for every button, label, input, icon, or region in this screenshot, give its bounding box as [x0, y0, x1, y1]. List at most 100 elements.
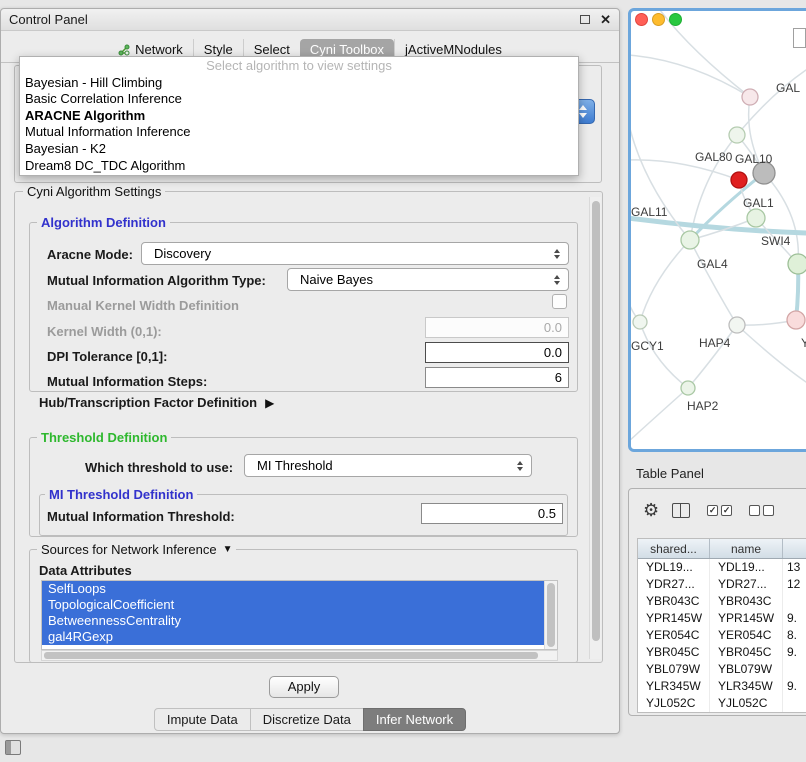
table-cell: 8. [783, 627, 806, 644]
columns-icon[interactable] [672, 503, 690, 518]
table-row[interactable]: YDR27...YDR27...12 [638, 576, 806, 593]
float-window-icon[interactable] [580, 15, 590, 24]
network-node[interactable] [742, 89, 758, 105]
mi-algorithm-type-select[interactable]: Naive Bayes [287, 268, 569, 291]
attribute-item[interactable]: BetweennessCentrality [42, 613, 544, 629]
network-edge [690, 240, 737, 325]
network-node[interactable] [681, 231, 699, 249]
attributes-hscrollbar-thumb[interactable] [44, 652, 538, 659]
network-view-window[interactable]: GALGAL80GAL10GAL11GAL1SWI4GAL4GCY1HAP4YH… [628, 8, 806, 452]
hub-section-toggle[interactable]: Hub/Transcription Factor Definition ▶ [39, 395, 274, 410]
combo-down-arrow-icon [579, 113, 587, 118]
table-cell [783, 695, 806, 712]
zoom-traffic-light-icon[interactable] [669, 13, 682, 26]
node-label: GAL [776, 81, 800, 95]
network-graph[interactable]: GALGAL80GAL10GAL11GAL1SWI4GAL4GCY1HAP4YH… [631, 11, 806, 449]
attributes-horizontal-scrollbar[interactable] [41, 650, 558, 661]
attributes-scrollbar-thumb[interactable] [547, 583, 555, 647]
table-cell: YBL079W [710, 661, 783, 678]
combo-up-arrow-icon [579, 105, 587, 110]
panel-dock-icon[interactable] [5, 740, 21, 755]
dpi-tolerance-field[interactable]: 0.0 [425, 342, 569, 363]
mi-threshold-field[interactable]: 0.5 [421, 503, 563, 524]
node-label: GAL1 [743, 196, 774, 210]
network-node[interactable] [633, 315, 647, 329]
table-row[interactable]: YJL052CYJL052C [638, 695, 806, 712]
settings-scrollbar-thumb[interactable] [592, 201, 600, 641]
close-traffic-light-icon[interactable] [635, 13, 648, 26]
table-row[interactable]: YBR045CYBR045C9. [638, 644, 806, 661]
table-cell: 13 [783, 559, 806, 576]
node-label: Y [801, 336, 806, 350]
mi-steps-field[interactable]: 6 [425, 367, 569, 388]
control-panel-titlebar[interactable]: Control Panel ✕ [1, 9, 619, 31]
algorithm-option[interactable]: Basic Correlation Inference [20, 91, 578, 108]
which-threshold-select[interactable]: MI Threshold [244, 454, 532, 477]
table-row[interactable]: YDL19...YDL19...13 [638, 559, 806, 576]
which-threshold-value: MI Threshold [257, 458, 333, 473]
attributes-vertical-scrollbar[interactable] [544, 581, 557, 649]
node-label: GCY1 [631, 339, 664, 353]
combo-arrows-icon [554, 275, 560, 285]
kernel-width-field: 0.0 [425, 317, 569, 338]
mi-algorithm-type-label: Mutual Information Algorithm Type: [47, 273, 266, 288]
network-node[interactable] [787, 311, 805, 329]
settings-scrollbar[interactable] [589, 197, 601, 659]
table-row[interactable]: YLR345WYLR345W9. [638, 678, 806, 695]
algorithm-dropdown-list: Bayesian - Hill ClimbingBasic Correlatio… [20, 75, 578, 175]
network-edge [764, 173, 798, 264]
network-node[interactable] [788, 254, 806, 274]
table-row[interactable]: YBL079WYBL079W [638, 661, 806, 678]
column-header[interactable] [783, 539, 806, 558]
select-all-checks-icon[interactable]: ✓ ✓ [707, 505, 732, 516]
network-node[interactable] [729, 317, 745, 333]
sources-section-toggle[interactable]: Sources for Network Inference ▼ [37, 542, 236, 557]
data-attributes-list[interactable]: SelfLoopsTopologicalCoefficientBetweenne… [41, 580, 558, 650]
network-edge [688, 325, 737, 388]
column-header[interactable]: name [710, 539, 783, 558]
manual-kernel-width-label: Manual Kernel Width Definition [47, 298, 239, 313]
table-row[interactable]: YPR145WYPR145W9. [638, 610, 806, 627]
dropdown-placeholder: Select algorithm to view settings [20, 58, 578, 75]
column-header[interactable]: shared... [638, 539, 710, 558]
minimize-traffic-light-icon[interactable] [652, 13, 665, 26]
node-label: SWI4 [761, 234, 791, 248]
aracne-mode-select[interactable]: Discovery [141, 242, 569, 265]
network-node[interactable] [731, 172, 747, 188]
network-node[interactable] [747, 209, 765, 227]
combo-arrows-icon [554, 249, 560, 259]
table-cell [783, 661, 806, 678]
algorithm-option[interactable]: Bayesian - Hill Climbing [20, 75, 578, 92]
network-node[interactable] [681, 381, 695, 395]
window-title: Control Panel [9, 12, 88, 27]
table-cell: YLR345W [710, 678, 783, 695]
table-cell: YJL052C [638, 695, 710, 712]
attribute-item[interactable]: SelfLoops [42, 581, 544, 597]
collapse-down-icon: ▼ [223, 544, 233, 555]
attribute-item[interactable]: TopologicalCoefficient [42, 597, 544, 613]
algorithm-option[interactable]: Mutual Information Inference [20, 124, 578, 141]
table-row[interactable]: YBR043CYBR043C [638, 593, 806, 610]
table-row[interactable]: YER054CYER054C8. [638, 627, 806, 644]
gear-icon[interactable]: ⚙ [643, 501, 659, 519]
close-window-icon[interactable]: ✕ [600, 13, 611, 26]
manual-kernel-width-checkbox[interactable] [552, 294, 567, 309]
attribute-item[interactable]: gal4RGexp [42, 629, 544, 645]
bottom-tab-infer-network[interactable]: Infer Network [363, 708, 466, 731]
algorithm-option[interactable]: ARACNE Algorithm [20, 108, 578, 125]
bottom-tabs: Impute DataDiscretize DataInfer Network [1, 708, 619, 731]
mi-algorithm-type-value: Naive Bayes [300, 272, 373, 287]
bottom-tab-impute-data[interactable]: Impute Data [154, 708, 251, 731]
network-scrollbar-box[interactable] [793, 28, 806, 48]
algorithm-option[interactable]: Dream8 DC_TDC Algorithm [20, 158, 578, 175]
network-node[interactable] [729, 127, 745, 143]
sources-section-label: Sources for Network Inference [41, 542, 217, 557]
network-edge [631, 388, 688, 442]
node-label: GAL4 [697, 257, 728, 271]
node-label: HAP2 [687, 399, 719, 413]
table-panel-window: ⚙ ✓ ✓ shared...name YDL19...YDL19...13YD… [628, 488, 806, 716]
bottom-tab-discretize-data[interactable]: Discretize Data [250, 708, 364, 731]
algorithm-option[interactable]: Bayesian - K2 [20, 141, 578, 158]
apply-button[interactable]: Apply [269, 676, 339, 698]
deselect-all-checks-icon[interactable] [749, 505, 774, 516]
